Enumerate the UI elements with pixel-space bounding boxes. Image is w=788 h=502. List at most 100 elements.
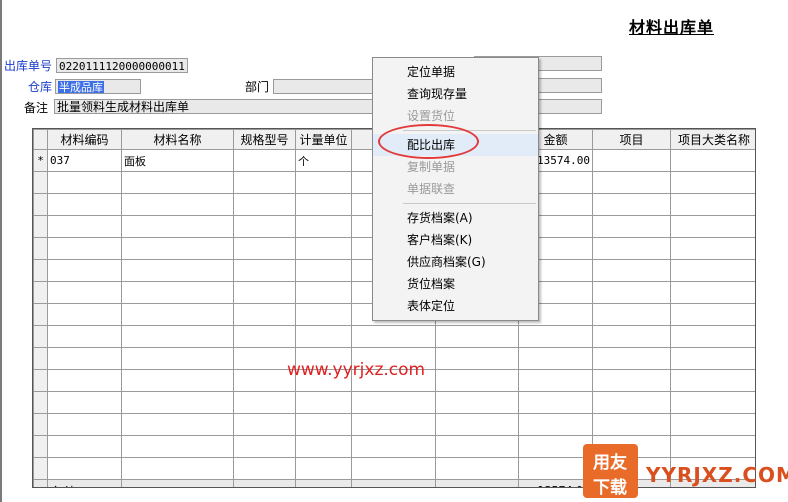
cell[interactable]	[295, 303, 352, 326]
cell[interactable]	[435, 435, 519, 458]
cell[interactable]	[295, 457, 352, 480]
cell[interactable]	[121, 193, 234, 216]
cell[interactable]	[295, 325, 352, 348]
cell[interactable]	[670, 193, 755, 216]
cell[interactable]	[233, 193, 296, 216]
cell[interactable]	[295, 237, 352, 260]
cell[interactable]	[121, 171, 234, 194]
col-header[interactable]: 项目大类名称	[670, 129, 755, 150]
cell[interactable]	[233, 435, 296, 458]
cell[interactable]	[670, 435, 755, 458]
cell[interactable]	[47, 391, 122, 414]
cell[interactable]	[295, 193, 352, 216]
cell[interactable]	[121, 259, 234, 282]
cell[interactable]	[670, 391, 755, 414]
cell[interactable]	[518, 413, 593, 436]
cell[interactable]	[295, 413, 352, 436]
col-header[interactable]: 材料编码	[47, 129, 122, 150]
col-header[interactable]: 计量单位	[295, 129, 352, 150]
cell[interactable]	[670, 347, 755, 370]
cell[interactable]	[121, 325, 234, 348]
cell[interactable]	[47, 347, 122, 370]
cell[interactable]	[435, 325, 519, 348]
cell[interactable]	[518, 391, 593, 414]
cell-material-code[interactable]: 037	[47, 149, 122, 172]
cell[interactable]	[592, 237, 671, 260]
table-row[interactable]	[33, 413, 755, 436]
cell[interactable]	[295, 435, 352, 458]
menu-item-locate-document[interactable]: 定位单据	[373, 61, 538, 83]
cell[interactable]	[592, 303, 671, 326]
doc-no-field[interactable]: 0220111120000000011	[56, 58, 188, 73]
cell[interactable]	[592, 347, 671, 370]
cell[interactable]	[670, 413, 755, 436]
cell[interactable]	[518, 457, 593, 480]
cell[interactable]	[435, 347, 519, 370]
cell[interactable]	[592, 281, 671, 304]
menu-item-location-archive[interactable]: 货位档案	[373, 273, 538, 295]
cell[interactable]	[592, 391, 671, 414]
cell[interactable]	[518, 347, 593, 370]
cell[interactable]	[121, 281, 234, 304]
cell[interactable]	[670, 281, 755, 304]
menu-item-document-trace[interactable]: 单据联查	[373, 178, 538, 200]
cell[interactable]	[592, 193, 671, 216]
menu-item-set-location[interactable]: 设置货位	[373, 105, 538, 127]
cell[interactable]	[670, 259, 755, 282]
cell[interactable]	[47, 435, 122, 458]
cell[interactable]	[121, 303, 234, 326]
cell[interactable]	[295, 391, 352, 414]
department-field[interactable]	[273, 79, 375, 94]
menu-item-customer-archive[interactable]: 客户档案(K)	[373, 229, 538, 251]
cell[interactable]	[233, 215, 296, 238]
cell[interactable]	[670, 237, 755, 260]
cell[interactable]	[233, 413, 296, 436]
menu-item-supplier-archive[interactable]: 供应商档案(G)	[373, 251, 538, 273]
cell[interactable]	[592, 215, 671, 238]
cell[interactable]	[592, 259, 671, 282]
cell[interactable]	[47, 325, 122, 348]
cell[interactable]	[295, 171, 352, 194]
cell[interactable]	[592, 369, 671, 392]
cell[interactable]	[670, 303, 755, 326]
cell[interactable]	[121, 369, 234, 392]
cell[interactable]	[121, 435, 234, 458]
col-header[interactable]: 项目	[592, 129, 671, 150]
cell[interactable]	[121, 237, 234, 260]
cell[interactable]	[351, 435, 436, 458]
cell[interactable]	[47, 281, 122, 304]
cell-spec[interactable]	[233, 149, 296, 172]
cell-project-category[interactable]	[670, 149, 755, 172]
cell[interactable]	[121, 215, 234, 238]
cell[interactable]	[47, 237, 122, 260]
cell[interactable]	[670, 325, 755, 348]
cell[interactable]	[351, 457, 436, 480]
table-row[interactable]	[33, 391, 755, 414]
cell[interactable]	[351, 391, 436, 414]
cell[interactable]	[121, 413, 234, 436]
cell[interactable]	[295, 259, 352, 282]
cell[interactable]	[670, 369, 755, 392]
cell[interactable]	[233, 171, 296, 194]
cell[interactable]	[518, 435, 593, 458]
cell[interactable]	[435, 457, 519, 480]
cell[interactable]	[592, 325, 671, 348]
cell[interactable]	[592, 171, 671, 194]
cell[interactable]	[435, 391, 519, 414]
cell-material-name[interactable]: 面板	[121, 149, 234, 172]
table-row[interactable]	[33, 325, 755, 348]
cell[interactable]	[233, 303, 296, 326]
cell[interactable]	[233, 325, 296, 348]
menu-item-query-stock[interactable]: 查询现存量	[373, 83, 538, 105]
cell[interactable]	[233, 259, 296, 282]
menu-item-body-locate[interactable]: 表体定位	[373, 295, 538, 317]
warehouse-field[interactable]: 半成品库	[55, 79, 141, 94]
cell[interactable]	[233, 457, 296, 480]
cell[interactable]	[295, 281, 352, 304]
cell[interactable]	[47, 413, 122, 436]
menu-item-inventory-archive[interactable]: 存货档案(A)	[373, 207, 538, 229]
cell[interactable]	[233, 237, 296, 260]
menu-item-ratio-outbound[interactable]: 配比出库	[373, 134, 538, 156]
cell[interactable]	[518, 325, 593, 348]
cell[interactable]	[295, 215, 352, 238]
